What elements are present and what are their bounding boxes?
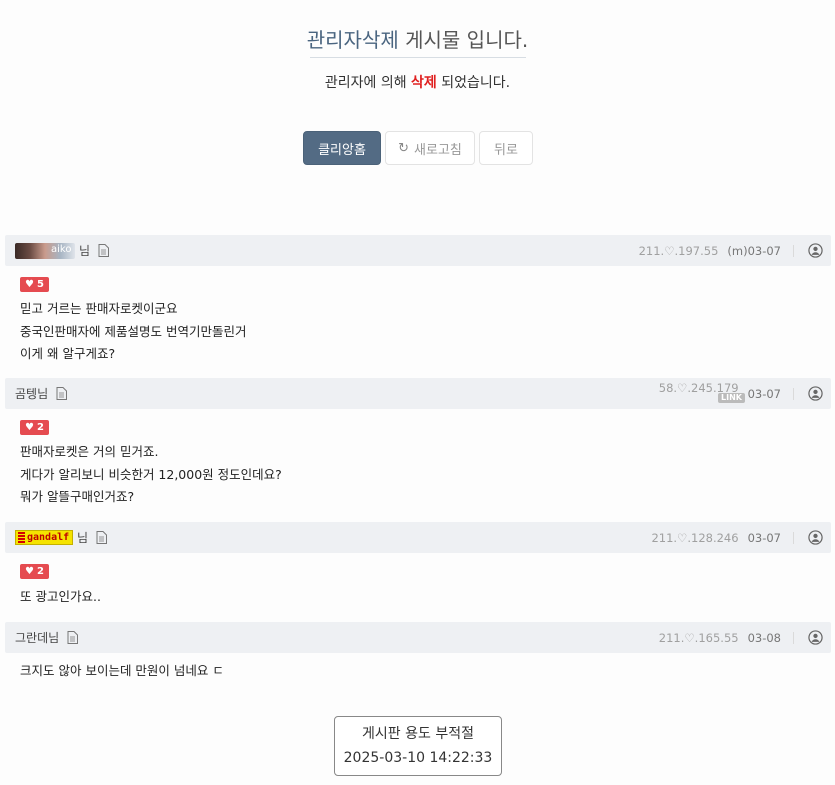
- document-icon[interactable]: [98, 244, 110, 257]
- comment-header: 곰텡님 58.♡.245.179 03-07 LINK: [5, 378, 831, 409]
- notice-title-rest: 게시물 입니다.: [398, 28, 529, 52]
- comment-header: 그란데님 211.♡.165.55 03-08: [5, 622, 831, 653]
- comment-author[interactable]: aiko 님: [15, 235, 110, 266]
- refresh-button-label: 새로고침: [414, 142, 462, 158]
- comment-body: 믿고 거르는 판매자로켓이군요 중국인판매자에 제품설명도 번역기만돌린거 이게…: [20, 301, 247, 361]
- notice-sub-prefix: 관리자에 의해: [324, 75, 412, 91]
- like-badge[interactable]: ♥ 5: [20, 277, 49, 292]
- comment-date: 03-07: [747, 386, 781, 401]
- comment-date: 03-07: [747, 530, 781, 545]
- nickname-suffix: 님: [79, 244, 91, 258]
- user-circle-icon[interactable]: [808, 630, 823, 645]
- heart-icon: ♥: [25, 566, 34, 577]
- ip-address: 211.♡.197.55: [638, 243, 719, 258]
- comment-body: 판매자로켓은 거의 믿거죠. 게다가 알리보니 비슷한거 12,000원 정도인…: [20, 444, 282, 504]
- nickname-image: aiko: [15, 242, 75, 259]
- meta-divider: [793, 244, 794, 257]
- nickname-image: gandalf: [15, 530, 73, 545]
- heart-icon: ♥: [25, 422, 34, 433]
- notice-title-accent: 관리자삭제: [306, 28, 399, 52]
- stamp-reason: 게시판 용도 부적절: [362, 726, 474, 742]
- comment-author[interactable]: 곰텡님: [15, 378, 68, 409]
- comment-date: 03-08: [747, 630, 781, 645]
- refresh-button[interactable]: ↻ 새로고침: [385, 131, 475, 165]
- moderation-stamp: 게시판 용도 부적절 2025-03-10 14:22:33: [334, 716, 502, 776]
- back-button-label: 뒤로: [494, 142, 518, 158]
- document-icon[interactable]: [67, 631, 79, 644]
- nickname: 곰텡님: [15, 387, 49, 401]
- ip-address: 211.♡.165.55: [658, 630, 739, 645]
- comment-author[interactable]: gandalf 님: [15, 522, 108, 553]
- user-circle-icon[interactable]: [808, 386, 823, 401]
- home-button[interactable]: 클리앙홈: [303, 131, 381, 165]
- meta-divider: [793, 531, 794, 544]
- comment-meta: 211.♡.197.55 (m)03-07: [639, 235, 831, 266]
- comment-body: 크지도 않아 보이는데 만원이 넘네요 ㄷ: [20, 663, 224, 678]
- heart-icon: ♥: [25, 279, 34, 290]
- notice-deleted-word: 삭제: [411, 75, 437, 91]
- deleted-notice-title: 관리자삭제 게시물 입니다.: [0, 24, 835, 53]
- refresh-icon: ↻: [398, 140, 410, 156]
- comment-header: aiko 님 211.♡.197.55 (m)03-07: [5, 235, 831, 266]
- comment-author[interactable]: 그란데님: [15, 622, 79, 653]
- comment-meta: 211.♡.165.55 03-08: [659, 622, 831, 653]
- deleted-notice-subtitle: 관리자에 의해 삭제 되었습니다.: [0, 72, 835, 92]
- like-badge[interactable]: ♥ 2: [20, 564, 49, 579]
- title-divider: [310, 57, 526, 58]
- home-button-label: 클리앙홈: [318, 142, 366, 158]
- notice-sub-suffix: 되었습니다.: [436, 75, 511, 91]
- stamp-timestamp: 2025-03-10 14:22:33: [343, 750, 493, 766]
- nickname: 그란데님: [15, 631, 60, 645]
- meta-divider: [793, 631, 794, 644]
- comment-header: gandalf 님 211.♡.128.246 03-07: [5, 522, 831, 553]
- comment-body: 또 광고인가요..: [20, 589, 101, 604]
- comment-date: (m)03-07: [727, 243, 781, 258]
- link-badge: LINK: [718, 393, 745, 403]
- document-icon[interactable]: [96, 531, 108, 544]
- nickname-suffix: 님: [77, 531, 89, 545]
- back-button[interactable]: 뒤로: [479, 131, 533, 165]
- like-badge[interactable]: ♥ 2: [20, 420, 49, 435]
- meta-divider: [793, 387, 794, 400]
- comment-meta: 211.♡.128.246 03-07: [651, 522, 831, 553]
- ip-address: 211.♡.128.246: [651, 530, 739, 545]
- user-circle-icon[interactable]: [808, 530, 823, 545]
- document-icon[interactable]: [56, 387, 68, 400]
- user-circle-icon[interactable]: [808, 243, 823, 258]
